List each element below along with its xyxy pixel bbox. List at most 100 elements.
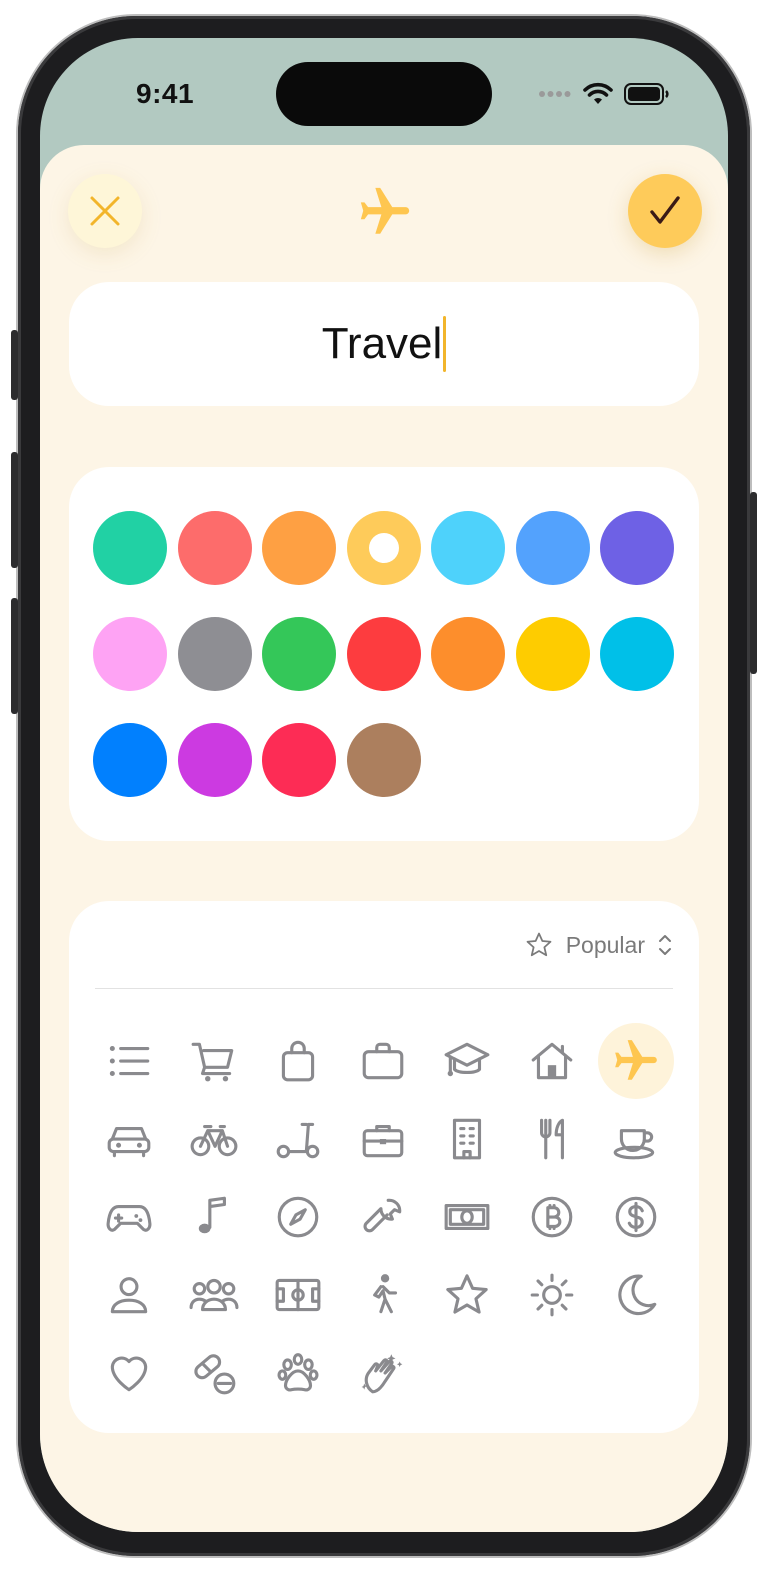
- icon-option[interactable]: [598, 1257, 674, 1333]
- icon-option[interactable]: [260, 1179, 336, 1255]
- color-swatch[interactable]: [346, 723, 421, 797]
- action-button: [11, 330, 18, 400]
- icon-option[interactable]: [91, 1335, 167, 1411]
- color-swatch[interactable]: [515, 511, 590, 585]
- color-swatch[interactable]: [177, 511, 252, 585]
- color-swatch[interactable]: [346, 617, 421, 691]
- list-name-field[interactable]: Travel: [322, 316, 447, 372]
- scooter-icon: [276, 1122, 320, 1159]
- icon-option[interactable]: [345, 1257, 421, 1333]
- icon-option[interactable]: [91, 1257, 167, 1333]
- color-swatch[interactable]: [93, 723, 167, 797]
- icon-option[interactable]: [345, 1179, 421, 1255]
- bag-icon: [281, 1040, 315, 1082]
- building-icon: [452, 1118, 482, 1160]
- briefcase-icon: [362, 1042, 403, 1080]
- wrench-icon: [363, 1198, 401, 1233]
- list-name-card: Travel: [69, 282, 699, 406]
- chevron-up-down-icon: [659, 935, 671, 955]
- people-icon: [189, 1278, 238, 1312]
- color-swatch[interactable]: [177, 723, 252, 797]
- icon-option[interactable]: [345, 1101, 421, 1177]
- pills-icon: [193, 1354, 235, 1395]
- icon-option[interactable]: [514, 1257, 590, 1333]
- color-swatch[interactable]: [515, 617, 590, 691]
- bicycle-icon: [190, 1124, 237, 1157]
- dollar-icon: [615, 1196, 657, 1238]
- color-swatch[interactable]: [431, 511, 505, 585]
- icon-option[interactable]: [598, 1101, 674, 1177]
- cellular-signal-icon: [539, 91, 571, 97]
- icon-option[interactable]: [260, 1101, 336, 1177]
- graduation-cap-icon: [444, 1042, 490, 1077]
- color-swatch[interactable]: [262, 511, 336, 585]
- status-time: 9:41: [136, 78, 195, 109]
- icon-category-label: Popular: [565, 931, 645, 958]
- screen: 9:41 Travel Popular: [40, 38, 728, 1532]
- icon-option[interactable]: [176, 1023, 252, 1099]
- icon-option[interactable]: [260, 1335, 336, 1411]
- color-swatch[interactable]: [93, 511, 167, 585]
- paw-icon: [277, 1353, 319, 1392]
- icon-option[interactable]: [345, 1335, 421, 1411]
- icon-option[interactable]: [598, 1023, 674, 1099]
- list-name-value: Travel: [321, 319, 443, 368]
- icon-option[interactable]: [429, 1023, 505, 1099]
- icon-option[interactable]: [260, 1023, 336, 1099]
- icon-option[interactable]: [176, 1101, 252, 1177]
- icon-option[interactable]: [176, 1179, 252, 1255]
- star-icon: [446, 1274, 488, 1314]
- icon-option[interactable]: [176, 1335, 252, 1411]
- xmark-icon: [90, 196, 120, 226]
- dynamic-island: [276, 62, 492, 126]
- sun-icon: [530, 1273, 573, 1317]
- color-swatch[interactable]: [93, 617, 167, 691]
- wifi-icon: [583, 82, 613, 104]
- color-swatch[interactable]: [431, 617, 505, 691]
- heart-icon: [110, 1356, 148, 1392]
- cart-icon: [191, 1042, 233, 1082]
- person-icon: [110, 1277, 148, 1314]
- icon-option[interactable]: [91, 1023, 167, 1099]
- icon-category-picker[interactable]: Popular: [524, 927, 673, 963]
- icon-option[interactable]: [514, 1101, 590, 1177]
- icon-option[interactable]: [514, 1023, 590, 1099]
- icon-option[interactable]: [514, 1179, 590, 1255]
- color-swatch[interactable]: [600, 617, 674, 691]
- battery-icon: [624, 83, 669, 105]
- status-bar: 9:41: [40, 38, 728, 148]
- icon-option[interactable]: [598, 1179, 674, 1255]
- icon-option[interactable]: [91, 1101, 167, 1177]
- music-note-icon: [198, 1196, 226, 1234]
- color-swatch[interactable]: [177, 617, 252, 691]
- color-swatch[interactable]: [262, 617, 336, 691]
- compass-icon: [277, 1196, 319, 1238]
- color-swatch[interactable]: [600, 511, 674, 585]
- airplane-icon: [615, 1040, 657, 1080]
- icon-picker: Popular: [69, 901, 699, 1433]
- gamecontroller-icon: [106, 1205, 152, 1232]
- list-icon: [109, 1046, 150, 1076]
- icon-option[interactable]: [429, 1101, 505, 1177]
- icon-option[interactable]: [260, 1257, 336, 1333]
- icon-option[interactable]: [91, 1179, 167, 1255]
- color-swatch[interactable]: [346, 511, 421, 585]
- house-icon: [531, 1042, 572, 1080]
- airplane-icon: [360, 187, 410, 234]
- volume-down-button: [11, 598, 18, 714]
- soccer-field-icon: [275, 1278, 321, 1312]
- color-picker: [69, 467, 699, 841]
- toolbox-icon: [362, 1124, 403, 1158]
- icon-option[interactable]: [176, 1257, 252, 1333]
- icon-option[interactable]: [345, 1023, 421, 1099]
- bitcoin-icon: [531, 1196, 572, 1238]
- power-button: [750, 492, 757, 674]
- icon-option[interactable]: [429, 1179, 505, 1255]
- close-button[interactable]: [68, 174, 142, 248]
- banknote-icon: [444, 1203, 490, 1231]
- icon-option[interactable]: [429, 1257, 505, 1333]
- text-cursor: [443, 316, 447, 372]
- color-swatch[interactable]: [262, 723, 336, 797]
- done-button[interactable]: [628, 174, 702, 248]
- moon-icon: [618, 1274, 657, 1316]
